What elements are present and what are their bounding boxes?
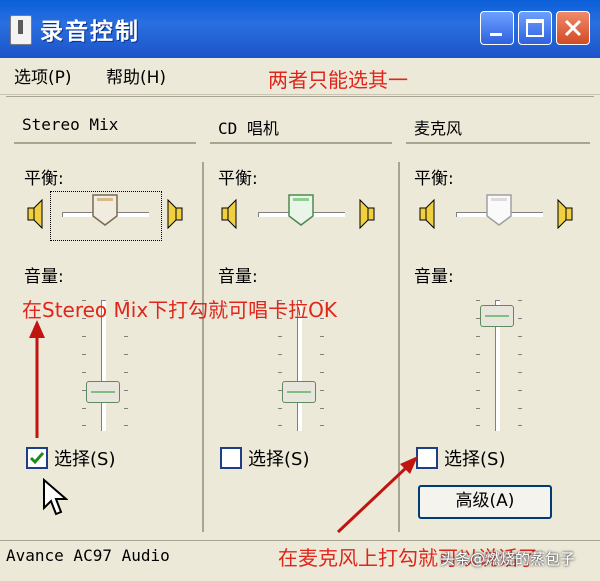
balance-slider-thumb[interactable] <box>288 194 314 226</box>
status-device-name: Avance AC97 Audio <box>6 546 170 565</box>
right-speaker-icon <box>557 198 573 230</box>
right-speaker-icon <box>167 198 183 230</box>
column-separator <box>398 162 400 532</box>
column-divider <box>406 142 590 144</box>
column-title-cd-player: CD 唱机 <box>218 119 279 138</box>
advanced-button[interactable]: 高级(A) <box>418 485 552 519</box>
annotation-top: 两者只能选其一 <box>268 68 408 92</box>
balance-slider-thumb[interactable] <box>486 194 512 226</box>
left-speaker-icon <box>419 198 435 230</box>
close-icon <box>564 19 582 37</box>
close-button[interactable] <box>556 11 590 45</box>
minimize-icon <box>490 33 502 36</box>
checkmark-icon <box>29 452 45 465</box>
mouse-cursor-icon <box>43 478 68 516</box>
select-checkbox-microphone[interactable] <box>416 447 438 469</box>
minimize-button[interactable] <box>480 11 514 45</box>
column-divider <box>210 142 392 144</box>
select-checkbox-stereo-mix[interactable] <box>26 447 48 469</box>
app-icon <box>10 15 32 45</box>
title-bar[interactable]: 录音控制 <box>0 0 600 58</box>
balance-label: 平衡: <box>414 169 454 189</box>
select-label: 选择(S) <box>54 449 116 470</box>
left-speaker-icon <box>221 198 237 230</box>
select-label: 选择(S) <box>444 449 506 470</box>
menu-help[interactable]: 帮助(H) <box>106 63 166 88</box>
balance-slider-thumb[interactable] <box>92 194 118 226</box>
column-title-stereo-mix: Stereo Mix <box>22 115 119 134</box>
left-speaker-icon <box>27 198 43 230</box>
volume-label: 音量: <box>24 267 64 287</box>
volume-slider-thumb[interactable] <box>86 381 120 403</box>
select-checkbox-cd-player[interactable] <box>220 447 242 469</box>
column-divider <box>14 142 196 144</box>
watermark: 头条@燃烧的蒸包子 <box>440 550 576 568</box>
maximize-icon <box>526 19 544 37</box>
balance-label: 平衡: <box>24 169 64 189</box>
maximize-button[interactable] <box>518 11 552 45</box>
column-title-microphone: 麦克风 <box>414 119 463 138</box>
annotation-middle: 在Stereo Mix下打勾就可唱卡拉OK <box>22 298 338 322</box>
volume-slider-thumb[interactable] <box>480 305 514 328</box>
right-speaker-icon <box>359 198 375 230</box>
select-label: 选择(S) <box>248 449 310 470</box>
window-title: 录音控制 <box>40 19 140 45</box>
column-separator <box>202 162 204 532</box>
menu-options[interactable]: 选项(P) <box>14 63 72 88</box>
volume-slider-thumb[interactable] <box>282 381 316 403</box>
volume-ticks <box>518 300 522 426</box>
volume-label: 音量: <box>218 267 258 287</box>
balance-label: 平衡: <box>218 169 258 189</box>
volume-label: 音量: <box>414 267 454 287</box>
